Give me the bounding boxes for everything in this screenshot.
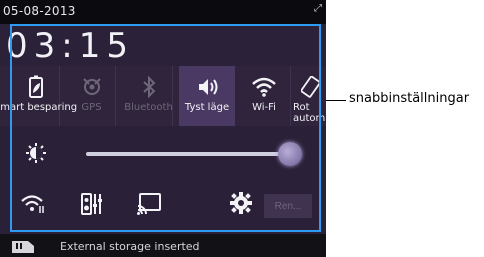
tile-rotate[interactable]: Rot autom [293, 66, 326, 126]
tile-wifi[interactable]: Wi-Fi [238, 66, 291, 126]
quick-settings-tiles: Smart besparing GPS Bluetooth Tyst läge [0, 66, 326, 126]
rotate-icon [301, 74, 321, 100]
callout-label: snabbinställningar [349, 91, 470, 106]
bluetooth-icon [142, 74, 156, 100]
wifi-settings-icon[interactable] [20, 192, 46, 218]
tile-label: GPS [81, 102, 102, 113]
tile-gps[interactable]: GPS [68, 66, 116, 126]
settings-gear-icon[interactable] [230, 192, 252, 218]
tile-label: Rot autom [293, 102, 326, 124]
battery-leaf-icon [27, 74, 45, 100]
status-date: 05-08-2013 [3, 4, 76, 18]
cast-screen-icon[interactable] [136, 192, 162, 220]
notification-text: External storage inserted [60, 240, 200, 253]
tile-label: Bluetooth [124, 102, 173, 113]
tile-label: Smart besparing [0, 102, 78, 113]
expand-arrow-icon[interactable]: ⤢ [314, 3, 322, 14]
clear-notifications-button[interactable]: Ren... [264, 194, 312, 218]
bottom-toggle-row: Ren... [0, 178, 326, 234]
brightness-slider-thumb[interactable] [278, 142, 302, 166]
tile-label: Wi-Fi [252, 102, 276, 113]
storage-card-icon [12, 241, 34, 256]
tile-smart-saving[interactable]: Smart besparing [0, 66, 77, 126]
brightness-icon [26, 143, 46, 167]
gps-icon [81, 74, 103, 100]
status-bar: 05-08-2013 ⤢ [0, 0, 326, 24]
clock-time: 03:15 [6, 26, 134, 66]
brightness-row [0, 130, 326, 176]
tile-silent[interactable]: Tyst läge [179, 66, 235, 126]
tile-bluetooth[interactable]: Bluetooth [124, 66, 173, 126]
vibrate-speaker-icon [195, 74, 219, 100]
brightness-track[interactable] [86, 152, 292, 156]
equalizer-icon[interactable] [80, 192, 104, 220]
tile-label: Tyst läge [184, 102, 230, 113]
callout-line [326, 100, 346, 101]
notification-row[interactable]: External storage inserted [0, 234, 326, 257]
android-screenshot: 05-08-2013 ⤢ 03:15 Smart besparing GPS B… [0, 0, 326, 257]
wifi-icon [251, 74, 277, 100]
